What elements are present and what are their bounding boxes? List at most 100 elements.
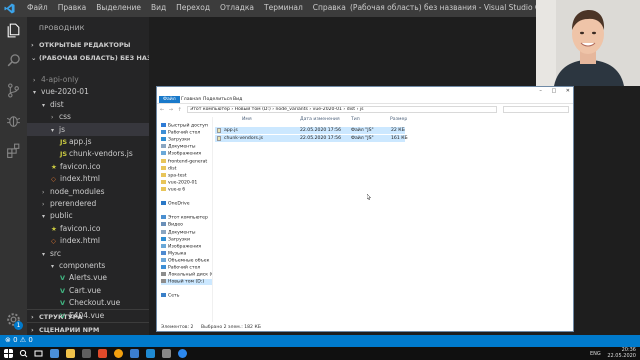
file-row[interactable]: app.js 22.05.2020 17:56 Файл "JS" 22 КБ [215,127,405,134]
menu-edit[interactable]: Правка [53,3,92,12]
edge-browser-icon[interactable] [50,349,59,358]
file-date: 22.05.2020 17:56 [300,128,342,133]
menu-view[interactable]: Вид [146,3,171,12]
minimize-button[interactable]: – [539,88,542,94]
tree-folder[interactable]: ▾ components [27,259,149,272]
windows-start-icon[interactable] [4,349,13,358]
nav-item[interactable]: Локальный диск (C [161,272,213,278]
nav-item-label: Локальный диск (C [168,272,213,278]
nav-item[interactable]: Объемные объек [161,257,212,264]
pc-icon [161,215,166,220]
nav-item-label: dist [168,166,177,172]
windows-taskbar: ENG 20:36 22.05.2020 [0,347,640,360]
source-control-icon[interactable] [5,82,22,99]
app-taskbar-icon[interactable] [130,349,139,358]
tree-folder[interactable]: ▾ public [27,209,149,222]
close-button[interactable]: ✕ [566,88,570,94]
debug-icon[interactable] [5,112,22,129]
tree-folder[interactable]: › node_modules [27,185,149,198]
tree-file[interactable]: ◇ index.html [27,172,149,185]
maximize-button[interactable]: □ [551,88,556,94]
open-editors-section[interactable]: › ОТКРЫТЫЕ РЕДАКТОРЫ [27,38,149,52]
nav-item[interactable]: dist [161,165,212,172]
menu-go[interactable]: Переход [171,3,215,12]
firefox-icon[interactable] [114,349,123,358]
tree-file[interactable]: ★ favicon.ico [27,222,149,235]
tree-file[interactable]: JS app.js [27,135,149,148]
search-icon[interactable] [5,52,22,69]
nav-item[interactable]: Загрузки [161,236,212,243]
nav-item[interactable]: Рабочий стол [161,265,212,271]
file-explorer-taskbar-icon[interactable] [66,349,75,358]
outline-section[interactable]: › СТРУКТУРА [27,309,149,323]
tree-folder[interactable]: › prerendered [27,197,149,210]
extensions-icon[interactable] [5,142,22,159]
npm-scripts-section[interactable]: › СЦЕНАРИИ NPM [27,322,149,335]
nav-item[interactable]: vue-2020-01 [161,179,212,186]
tree-folder[interactable]: ▾ dist [27,98,149,111]
tree-folder[interactable]: ▾ src [27,247,149,260]
menu-terminal[interactable]: Терминал [259,3,308,12]
tree-folder[interactable]: ▾ vue-2020-01 [27,85,149,98]
nav-item[interactable]: vue-в 6 [161,186,212,193]
tree-file[interactable]: JS chunk-vendors.js [27,147,149,160]
app-taskbar-icon[interactable] [98,349,107,358]
error-count: 0 [13,336,18,344]
language-indicator[interactable]: ENG [590,351,601,357]
tree-folder[interactable]: ▾ js [27,122,149,136]
column-type[interactable]: Тип [351,117,360,122]
outline-label: СТРУКТУРА [39,313,83,321]
nav-item[interactable]: Документы [161,229,212,236]
nav-item[interactable]: spa-test [161,172,212,179]
nav-item[interactable]: Этот компьютер [161,215,212,221]
address-bar[interactable]: Этот компьютер › Новый том (D:) › node_v… [187,106,497,113]
problems-indicator[interactable]: ⊗ 0 ⚠ 0 [5,336,33,344]
ribbon: Файл Главная Поделиться Вид [157,95,573,104]
nav-item[interactable]: Документы [161,144,212,150]
nav-item[interactable]: Видео [161,222,212,228]
nav-arrows-icon[interactable]: ← → ↑ [160,107,183,113]
nav-item-label: vue-2020-01 [168,180,198,186]
search-icon[interactable] [19,349,28,358]
file-row[interactable]: chunk-vendors.js 22.05.2020 17:56 Файл "JS… [215,135,408,142]
nav-item[interactable]: Изображения [161,151,212,157]
ribbon-tab-view[interactable]: Вид [229,96,246,103]
nav-item[interactable]: OneDrive [161,201,212,207]
folder-icon [161,158,166,163]
menu-debug[interactable]: Отладка [215,3,259,12]
search-box[interactable] [503,106,569,113]
tree-file[interactable]: V Checkout.vue [27,296,149,309]
menu-help[interactable]: Справка [308,3,351,12]
tree-folder[interactable]: › css [27,110,149,123]
nav-item[interactable]: Сеть [161,293,212,299]
tree-file[interactable]: V Cart.vue [27,284,149,297]
nav-item[interactable]: Быстрый доступ [161,123,212,129]
nav-item[interactable]: Новый том (D:) [161,279,212,286]
app-taskbar-icon[interactable] [82,349,91,358]
vscode-taskbar-icon[interactable] [146,349,155,358]
doc-icon [161,144,166,149]
column-date[interactable]: Дата изменения [300,117,340,122]
workspace-section[interactable]: ⌄(РАБОЧАЯ ОБЛАСТЬ) БЕЗ НАЗВА... [27,51,149,65]
tree-file[interactable]: V Alerts.vue [27,271,149,284]
nav-item[interactable]: Рабочий стол [161,130,212,136]
app-taskbar-icon[interactable] [178,349,187,358]
nav-item[interactable]: Загрузки [161,137,212,143]
column-name[interactable]: Имя [242,117,252,122]
tree-folder[interactable]: › 4-api-only [27,73,149,86]
tree-item-label: Checkout.vue [69,298,121,308]
menu-file[interactable]: Файл [22,3,53,12]
app-taskbar-icon[interactable] [162,349,171,358]
nav-item[interactable]: Музыка [161,250,212,257]
nav-item[interactable]: frontend-generat [161,158,212,165]
tree-file[interactable]: ◇ index.html [27,234,149,247]
tree-file[interactable]: ★ favicon.ico [27,160,149,173]
desktop-icon [161,130,166,135]
column-size[interactable]: Размер [390,117,407,122]
tree-item-label: src [50,248,61,258]
nav-item[interactable]: Изображения [161,243,212,250]
menu-selection[interactable]: Выделение [91,3,146,12]
clock[interactable]: 20:36 22.05.2020 [607,347,636,359]
task-view-icon[interactable] [34,349,43,358]
files-icon[interactable] [5,22,22,39]
